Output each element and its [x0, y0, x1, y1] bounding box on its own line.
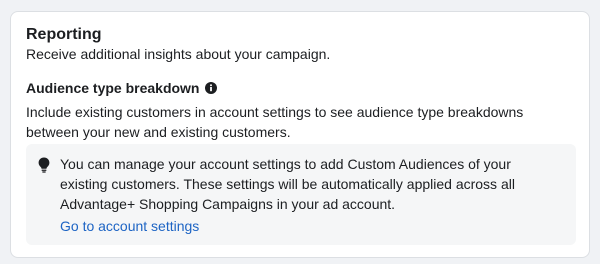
- account-settings-notice: You can manage your account settings to …: [26, 144, 576, 245]
- notice-text: You can manage your account settings to …: [60, 156, 515, 212]
- audience-breakdown-description: Include existing customers in account se…: [26, 104, 524, 140]
- reporting-card: Reporting Receive additional insights ab…: [10, 11, 590, 258]
- info-icon[interactable]: [205, 82, 218, 94]
- reporting-subtitle: Receive additional insights about your c…: [26, 46, 331, 62]
- audience-breakdown-label: Audience type breakdown: [26, 80, 200, 96]
- audience-breakdown-heading: Audience type breakdown: [26, 79, 218, 97]
- reporting-title: Reporting: [26, 26, 102, 43]
- go-to-account-settings-link[interactable]: Go to account settings: [60, 217, 199, 235]
- lightbulb-icon: [38, 157, 50, 173]
